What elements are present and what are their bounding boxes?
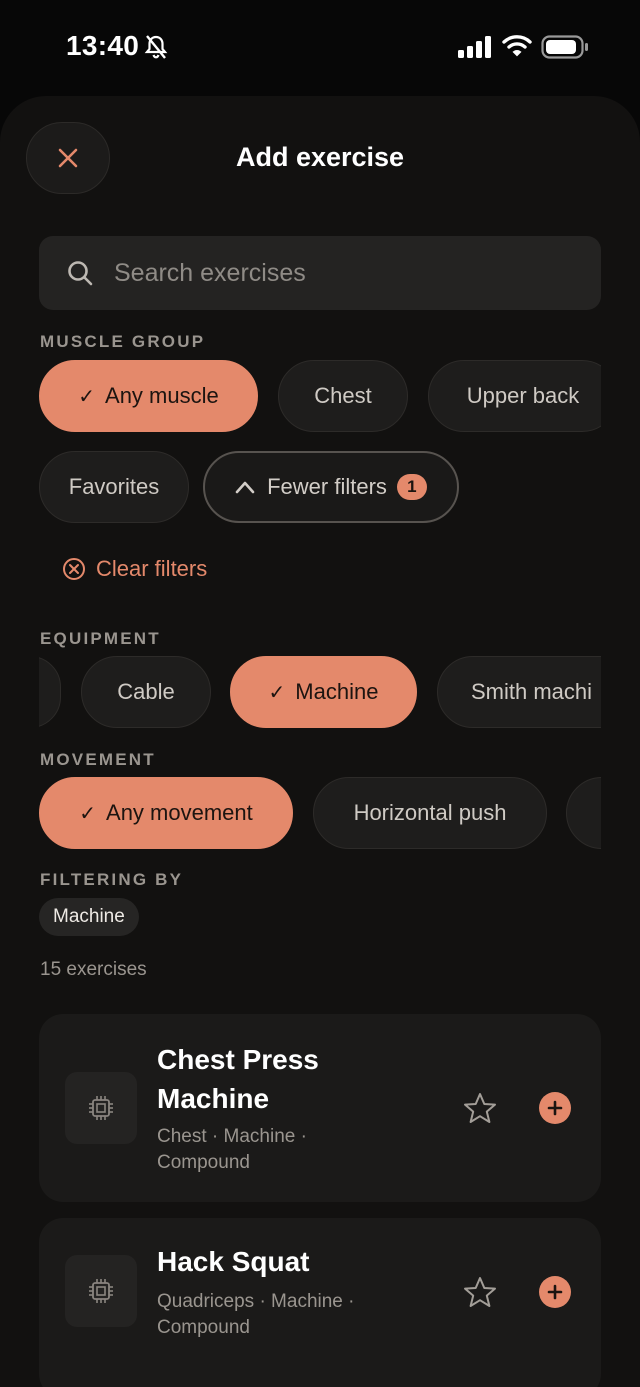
fewer-filters-button[interactable]: Fewer filters 1	[203, 451, 459, 523]
clear-circle-x-icon	[63, 558, 85, 580]
chip-any-movement[interactable]: ✓ Any movement	[39, 777, 293, 849]
chip-label: Cable	[117, 679, 175, 704]
chip-movement-partial[interactable]	[566, 777, 601, 849]
chip-label: Chest	[314, 383, 372, 408]
add-exercise-sheet: Add exercise MUSCLE GROUP ✓ Any muscle C…	[0, 96, 640, 1387]
chevron-up-icon	[235, 481, 255, 494]
chip-cable[interactable]: Cable	[81, 656, 211, 728]
page-title: Add exercise	[235, 142, 405, 172]
plus-icon	[547, 1284, 563, 1300]
filter-actions-row: Favorites Fewer filters 1	[39, 451, 479, 523]
cpu-icon	[89, 1096, 113, 1120]
chip-label: Smith machi	[471, 679, 593, 704]
search-icon	[68, 261, 93, 286]
exercise-name: Hack Squat	[157, 1246, 310, 1277]
wifi-icon	[502, 35, 532, 57]
chip-label: Favorites	[68, 474, 160, 499]
results-count: 15 exercises	[40, 959, 147, 980]
exercise-name: Chest Press Machine	[157, 1044, 319, 1114]
exercise-card[interactable]: Hack Squat Quadriceps · Machine · Compou…	[39, 1218, 601, 1387]
chip-label: Horizontal push	[353, 800, 507, 825]
search-bar[interactable]	[39, 236, 601, 310]
check-icon: ✓	[268, 681, 286, 704]
check-icon: ✓	[78, 385, 96, 408]
status-bar: 13:40	[0, 0, 640, 96]
exercise-thumbnail	[65, 1255, 137, 1327]
exercise-card[interactable]: Chest Press Machine Chest · Machine · Co…	[39, 1014, 601, 1202]
fewer-filters-label: Fewer filters	[267, 474, 387, 499]
clear-filters-label: Clear filters	[96, 556, 208, 581]
plus-icon	[547, 1100, 563, 1116]
chip-label: Any movement	[106, 800, 253, 825]
chip-label: Upper back	[466, 383, 580, 408]
favorite-star-icon[interactable]	[463, 1092, 497, 1124]
chip-favorites[interactable]: Favorites	[39, 451, 189, 523]
filtering-by-label: FILTERING BY	[40, 870, 184, 889]
add-exercise-button[interactable]	[539, 1092, 571, 1124]
filter-count-badge: 1	[396, 474, 427, 500]
exercise-meta: Quadriceps · Machine · Compound	[157, 1291, 355, 1338]
movement-row[interactable]: ✓ Any movement Horizontal push	[39, 777, 601, 849]
search-input[interactable]	[114, 258, 554, 288]
battery-icon	[541, 35, 588, 59]
chip-chest[interactable]: Chest	[278, 360, 408, 432]
chip-machine[interactable]: ✓ Machine	[230, 656, 417, 728]
chip-horizontal-push[interactable]: Horizontal push	[313, 777, 547, 849]
chip-equipment-partial[interactable]	[39, 656, 61, 728]
muscle-group-label: MUSCLE GROUP	[40, 332, 206, 351]
cellular-signal-icon	[458, 36, 491, 58]
exercise-meta: Chest · Machine · Compound	[157, 1126, 307, 1173]
muscle-group-row: ✓ Any muscle Chest Upper back	[39, 360, 601, 432]
chip-smith-machine[interactable]: Smith machi	[437, 656, 601, 728]
chip-upper-back[interactable]: Upper back	[428, 360, 601, 432]
clear-filters-button[interactable]: Clear filters	[62, 556, 207, 582]
favorite-star-icon[interactable]	[463, 1276, 497, 1308]
exercise-thumbnail	[65, 1072, 137, 1144]
check-icon: ✓	[79, 802, 97, 825]
chip-label: Any muscle	[105, 383, 219, 408]
equipment-label: EQUIPMENT	[40, 629, 161, 648]
cpu-icon	[89, 1279, 113, 1303]
active-filter-tag: Machine	[39, 898, 139, 936]
add-exercise-button[interactable]	[539, 1276, 571, 1308]
equipment-row[interactable]: Cable ✓ Machine Smith machi	[39, 656, 601, 728]
chip-any-muscle[interactable]: ✓ Any muscle	[39, 360, 258, 432]
chip-label: Machine	[295, 679, 379, 704]
status-time: 13:40	[66, 30, 140, 61]
movement-label: MOVEMENT	[40, 750, 156, 769]
bell-muted-icon	[144, 35, 168, 59]
